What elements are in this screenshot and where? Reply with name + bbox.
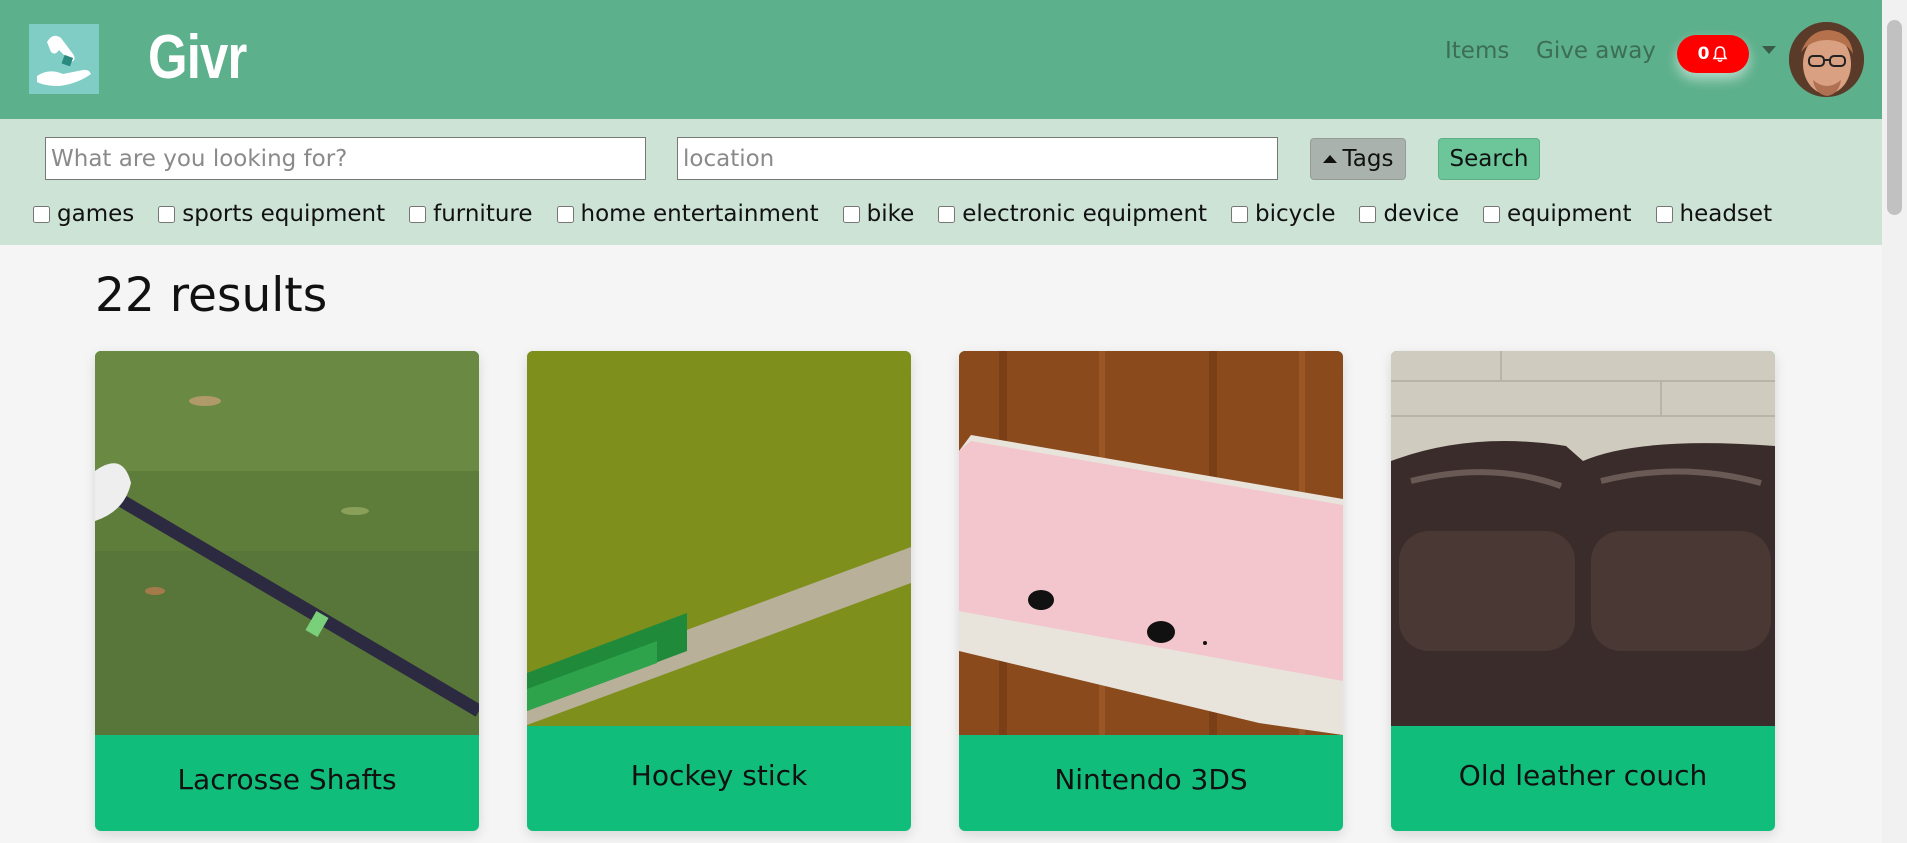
tag-checkbox[interactable] bbox=[1655, 205, 1673, 223]
results-count: 22 results bbox=[95, 268, 328, 323]
tag-home-entertainment[interactable]: home entertainment bbox=[556, 201, 819, 227]
tag-equipment[interactable]: equipment bbox=[1483, 201, 1632, 227]
tag-checkbox[interactable] bbox=[158, 205, 176, 223]
tag-sports-equipment[interactable]: sports equipment bbox=[158, 201, 385, 227]
tag-games[interactable]: games bbox=[33, 201, 134, 227]
tag-bike[interactable]: bike bbox=[842, 201, 914, 227]
tag-checkbox[interactable] bbox=[556, 205, 574, 223]
item-image bbox=[527, 351, 911, 726]
tag-checkbox[interactable] bbox=[1483, 205, 1501, 223]
location-input[interactable] bbox=[677, 137, 1278, 180]
notifications-button[interactable]: 0 bbox=[1677, 35, 1749, 73]
item-title[interactable]: Lacrosse Shafts bbox=[95, 763, 479, 796]
page-scrollbar[interactable] bbox=[1882, 0, 1907, 843]
tag-device[interactable]: device bbox=[1359, 201, 1459, 227]
nav-items-link[interactable]: Items bbox=[1445, 38, 1509, 64]
item-card[interactable]: Nintendo 3DS bbox=[959, 351, 1343, 831]
search-input[interactable] bbox=[45, 137, 646, 180]
tag-furniture[interactable]: furniture bbox=[409, 201, 533, 227]
user-avatar[interactable] bbox=[1789, 22, 1864, 97]
user-menu-caret-icon[interactable] bbox=[1762, 46, 1776, 54]
item-image bbox=[959, 351, 1343, 735]
brand-name[interactable]: Givr bbox=[148, 22, 247, 93]
item-title[interactable]: Old leather couch bbox=[1391, 759, 1775, 792]
tag-checkbox[interactable] bbox=[409, 205, 427, 223]
search-button[interactable]: Search bbox=[1438, 138, 1540, 180]
scrollbar-thumb[interactable] bbox=[1887, 20, 1902, 215]
tag-checkbox[interactable] bbox=[938, 205, 956, 223]
tag-checkbox[interactable] bbox=[1359, 205, 1377, 223]
tag-checkbox[interactable] bbox=[842, 205, 860, 223]
item-card[interactable]: Lacrosse Shafts bbox=[95, 351, 479, 831]
notification-count: 0 bbox=[1697, 44, 1710, 64]
search-bar: Tags Search games sports equipment furni… bbox=[0, 119, 1882, 245]
tag-filters: games sports equipment furniture home en… bbox=[33, 197, 1796, 231]
nav-give-away-link[interactable]: Give away bbox=[1536, 38, 1656, 64]
givr-logo-icon[interactable] bbox=[29, 24, 99, 94]
item-image bbox=[1391, 351, 1775, 726]
tag-checkbox[interactable] bbox=[33, 205, 50, 223]
item-card[interactable]: Hockey stick bbox=[527, 351, 911, 831]
tag-electronic-equipment[interactable]: electronic equipment bbox=[938, 201, 1207, 227]
bell-icon bbox=[1713, 46, 1728, 63]
item-image bbox=[95, 351, 479, 735]
item-title[interactable]: Hockey stick bbox=[527, 759, 911, 792]
tags-button-label: Tags bbox=[1342, 146, 1394, 172]
caret-up-icon bbox=[1322, 155, 1337, 163]
item-title[interactable]: Nintendo 3DS bbox=[959, 763, 1343, 796]
top-navbar: Givr Items Give away 0 bbox=[0, 0, 1882, 119]
tags-toggle-button[interactable]: Tags bbox=[1310, 138, 1406, 180]
tag-bicycle[interactable]: bicycle bbox=[1231, 201, 1335, 227]
tag-checkbox[interactable] bbox=[1231, 205, 1249, 223]
tag-headset[interactable]: headset bbox=[1655, 201, 1772, 227]
item-card[interactable]: Old leather couch bbox=[1391, 351, 1775, 831]
